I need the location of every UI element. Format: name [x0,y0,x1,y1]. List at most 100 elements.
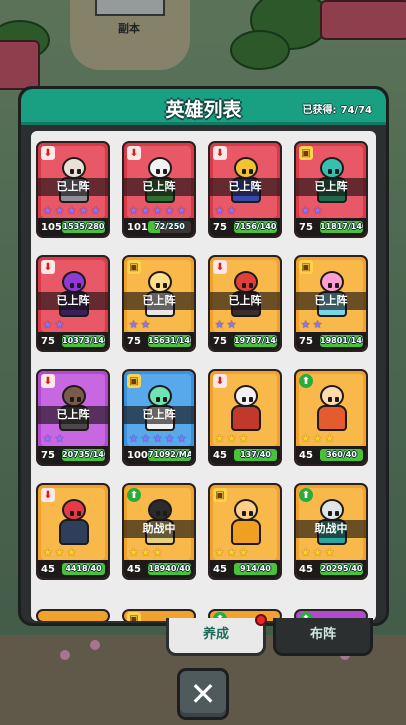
hero-progress-bar: 137/40 [234,449,277,461]
hero-level: 75 [299,335,313,347]
hero-footer: 75 15631/140 [124,332,194,350]
hero-footer: 10071092/MAX [124,446,194,464]
hero-eye [242,283,246,288]
hero-progress-bar: 19801/140 [320,335,363,347]
progress-text: 360/40 [326,450,357,459]
arrow-up-icon: ⬆ [127,488,141,502]
arrow-down-icon: ⬇ [127,146,141,160]
deployed-label: 已上阵 [124,178,194,196]
hero-footer: 75 11817/140 [296,218,366,236]
deployed-label: 已上阵 [38,406,108,424]
hero-body [231,519,261,545]
hero-card[interactable]: ▣ ★ ★ ★ 45 914/40 [208,483,282,580]
star-icon: ★ [214,546,225,559]
hero-card[interactable]: ⬇ 已上阵 ★ ★ 75 7156/140 [208,141,282,238]
book-icon: ▣ [127,260,141,274]
hero-head [320,271,344,293]
hero-progress-bar: 72/250 [148,221,191,233]
progress-text: 4418/40 [65,564,102,573]
hero-card[interactable]: ⬇ 已上阵 ★ ★ 75 10373/140 [36,255,110,352]
hero-card[interactable]: ▣ 已上阵 ★ ★ 75 15631/140 [122,255,196,352]
hero-level: 45 [41,563,55,575]
star-icon: ★ [164,432,175,445]
hero-progress-bar: 71092/MAX [148,449,191,461]
book-icon: ▣ [213,488,227,502]
hero-eye [77,169,81,174]
hero-head [320,499,344,521]
hero-head [234,157,258,179]
progress-text: 137/40 [240,450,271,459]
deployed-label: 已上阵 [210,292,280,310]
hero-eye [249,397,253,402]
star-icon: ★ [176,204,187,217]
star-icon: ★ [54,432,65,445]
hero-card[interactable]: ⬇ 已上阵 ★ ★ 75 19787/140 [208,255,282,352]
hero-head [62,271,86,293]
hero-footer: 75 19801/140 [296,332,366,350]
hero-card[interactable]: ⬇ 已上阵 ★ ★ ★ ★ ★ 105 1535/280 [36,141,110,238]
tab-formation[interactable]: 布阵 [273,618,373,656]
hero-eye [335,283,339,288]
hero-progress-bar: 18940/40 [148,563,191,575]
hero-eye [70,283,74,288]
hero-card-partial[interactable] [36,609,110,621]
progress-text: 20735/140 [62,450,105,459]
hero-head [62,385,86,407]
star-icon: ★ [152,432,163,445]
hero-eye [249,283,253,288]
progress-text: 71092/MAX [148,450,191,459]
obtained-value: 74/74 [340,105,372,116]
hero-footer: 45 914/40 [210,560,280,578]
tab-train[interactable]: 养成 [166,614,267,656]
deployed-label: 已上阵 [38,178,108,196]
star-icon: ★ [164,204,175,217]
assisting-label: 助战中 [124,520,194,538]
hero-progress-bar: 19787/140 [234,335,277,347]
hero-progress-bar: 10373/140 [62,335,105,347]
hero-card[interactable]: ⬆ ★ ★ ★ 45 360/40 [294,369,368,466]
hero-card[interactable]: ⬆ 助战中 ★ ★ ★ 45 18940/40 [122,483,196,580]
hero-body [59,519,89,545]
arrow-down-icon: ⬇ [213,146,227,160]
hero-portrait [55,499,93,551]
star-icon: ★ [140,432,151,445]
hero-progress-bar: 1535/280 [62,221,105,233]
hero-head [148,271,172,293]
star-icon: ★ [66,204,77,217]
arrow-down-icon: ⬇ [41,374,55,388]
hero-head [62,157,86,179]
hero-card[interactable]: ⬇ 已上阵 ★ ★ ★ ★ ★ 101 72/250 [122,141,196,238]
star-icon: ★ [54,318,65,331]
arrow-down-icon: ⬇ [213,260,227,274]
deployed-label: 已上阵 [124,292,194,310]
hero-eye [77,511,81,516]
hero-card[interactable]: ⬇ ★ ★ ★ 45 4418/40 [36,483,110,580]
star-icon: ★ [238,432,249,445]
hero-head [148,385,172,407]
hero-card[interactable]: ⬇ 已上阵 ★ ★ 75 20735/140 [36,369,110,466]
hero-footer: 75 20735/140 [38,446,108,464]
progress-text: 7156/140 [234,222,277,231]
hero-eye [70,511,74,516]
progress-text: 15631/140 [148,336,191,345]
hero-body [317,405,347,431]
star-icon: ★ [176,432,187,445]
progress-text: 11817/140 [320,222,363,231]
hero-card[interactable]: ⬆ 助战中 ★ ★ ★ 45 20295/40 [294,483,368,580]
arrow-up-icon: ⬆ [299,488,313,502]
hero-card[interactable]: ▣ 已上阵 ★ ★ 75 19801/140 [294,255,368,352]
star-rating: ★ ★ [300,319,323,331]
star-icon: ★ [42,432,53,445]
hero-card[interactable]: ⬇ ★ ★ ★ 45 137/40 [208,369,282,466]
hero-eye [328,169,332,174]
progress-text: 10373/140 [62,336,105,345]
hero-footer: 45 18940/40 [124,560,194,578]
hero-progress-bar: 20735/140 [62,449,105,461]
star-rating: ★ ★ [300,205,323,217]
hero-card[interactable]: ▣已上阵★★★★★10071092/MAX [122,369,196,466]
hero-card[interactable]: ▣ 已上阵 ★ ★ 75 11817/140 [294,141,368,238]
hero-head [234,499,258,521]
hero-level: 75 [213,335,227,347]
hero-eye [335,511,339,516]
close-button[interactable]: ✕ [177,668,229,720]
